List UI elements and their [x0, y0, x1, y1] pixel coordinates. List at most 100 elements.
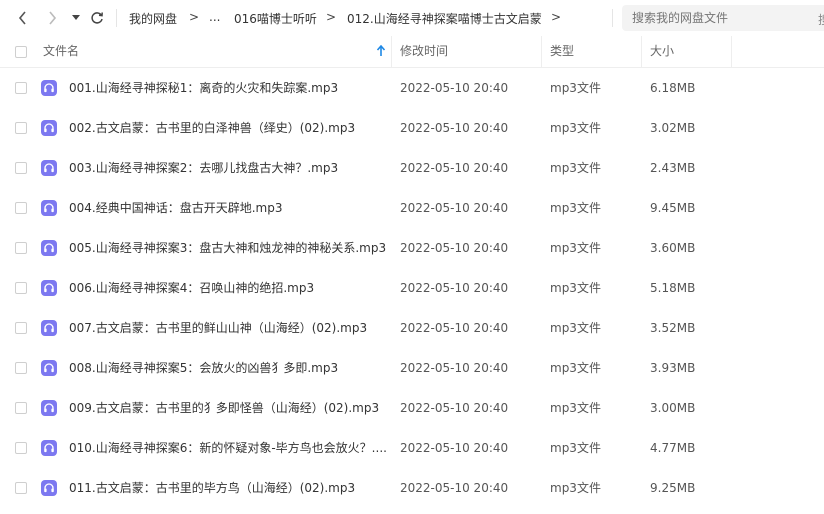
file-name[interactable]: 011.古文启蒙：古书里的毕方鸟（山海经）(02).mp3: [69, 480, 387, 496]
file-name[interactable]: 005.山海经寻神探案3：盘古大神和烛龙神的神秘关系.mp3: [69, 240, 387, 256]
file-type: mp3文件: [550, 481, 601, 495]
file-modified-time: 2022-05-10 20:40: [400, 241, 509, 255]
chevron-right-icon: [49, 11, 57, 25]
search-button[interactable]: 搜: [818, 11, 824, 28]
breadcrumb-ellipsis[interactable]: ...: [209, 10, 220, 24]
file-name[interactable]: 007.古文启蒙：古书里的鲜山山神（山海经）(02).mp3: [69, 320, 387, 336]
file-row-checkbox[interactable]: [15, 82, 27, 94]
headphones-icon: [41, 80, 57, 96]
file-modified-time: 2022-05-10 20:40: [400, 401, 509, 415]
file-size: 6.18MB: [650, 81, 696, 95]
file-row[interactable]: 002.古文启蒙：古书里的白泽神兽（绎史）(02).mp3 2022-05-10 …: [0, 108, 824, 148]
sort-ascending-icon[interactable]: [376, 45, 386, 57]
back-button[interactable]: [14, 8, 32, 28]
file-size: 9.45MB: [650, 201, 696, 215]
file-row-checkbox[interactable]: [15, 242, 27, 254]
file-row[interactable]: 001.山海经寻神探秘1：离奇的火灾和失踪案.mp3 2022-05-10 20:…: [0, 68, 824, 108]
file-row-checkbox[interactable]: [15, 442, 27, 454]
file-name[interactable]: 008.山海经寻神探案5：会放火的凶兽犭多即.mp3: [69, 360, 387, 376]
headphones-icon: [41, 320, 57, 336]
file-modified-time: 2022-05-10 20:40: [400, 321, 509, 335]
file-name[interactable]: 010.山海经寻神探案6：新的怀疑对象-毕方鸟也会放火？....: [69, 440, 387, 456]
file-modified-time: 2022-05-10 20:40: [400, 121, 509, 135]
file-type: mp3文件: [550, 361, 601, 375]
headphones-icon: [41, 440, 57, 456]
column-header-modified[interactable]: 修改时间: [400, 36, 448, 67]
breadcrumb-separator: >: [189, 10, 200, 24]
column-divider: [641, 36, 642, 67]
headphones-icon: [41, 160, 57, 176]
file-type: mp3文件: [550, 441, 601, 455]
caret-down-icon: [72, 15, 80, 20]
file-row[interactable]: 006.山海经寻神探案4：召唤山神的绝招.mp3 2022-05-10 20:40…: [0, 268, 824, 308]
file-list-header: 文件名 修改时间 类型 大小: [0, 36, 824, 68]
file-modified-time: 2022-05-10 20:40: [400, 161, 509, 175]
toolbar-divider: [116, 9, 117, 27]
file-row[interactable]: 007.古文启蒙：古书里的鲜山山神（山海经）(02).mp3 2022-05-10…: [0, 308, 824, 348]
headphones-icon: [41, 360, 57, 376]
breadcrumb-separator: >: [551, 10, 562, 24]
file-type: mp3文件: [550, 401, 601, 415]
file-row-checkbox[interactable]: [15, 122, 27, 134]
file-name[interactable]: 004.经典中国神话：盘古开天辟地.mp3: [69, 200, 387, 216]
file-row[interactable]: 009.古文启蒙：古书里的犭多即怪兽（山海经）(02).mp3 2022-05-1…: [0, 388, 824, 428]
file-row[interactable]: 008.山海经寻神探案5：会放火的凶兽犭多即.mp3 2022-05-10 20:…: [0, 348, 824, 388]
file-type: mp3文件: [550, 241, 601, 255]
chevron-left-icon: [18, 11, 26, 25]
column-divider: [731, 36, 732, 67]
file-row[interactable]: 011.古文启蒙：古书里的毕方鸟（山海经）(02).mp3 2022-05-10 …: [0, 468, 824, 508]
file-name[interactable]: 002.古文启蒙：古书里的白泽神兽（绎史）(02).mp3: [69, 120, 387, 136]
file-size: 3.00MB: [650, 401, 696, 415]
file-name[interactable]: 009.古文启蒙：古书里的犭多即怪兽（山海经）(02).mp3: [69, 400, 387, 416]
file-size: 2.43MB: [650, 161, 696, 175]
file-row-checkbox[interactable]: [15, 322, 27, 334]
file-row-checkbox[interactable]: [15, 482, 27, 494]
file-type: mp3文件: [550, 201, 601, 215]
file-size: 3.60MB: [650, 241, 696, 255]
headphones-icon: [41, 240, 57, 256]
file-size: 3.93MB: [650, 361, 696, 375]
headphones-icon: [41, 400, 57, 416]
file-size: 3.02MB: [650, 121, 696, 135]
file-row[interactable]: 005.山海经寻神探案3：盘古大神和烛龙神的神秘关系.mp3 2022-05-10…: [0, 228, 824, 268]
search-input[interactable]: [622, 5, 824, 31]
breadcrumb-folder-016[interactable]: 016喵博士听听: [234, 10, 317, 27]
column-header-size[interactable]: 大小: [650, 36, 674, 67]
headphones-icon: [41, 280, 57, 296]
file-row-checkbox[interactable]: [15, 202, 27, 214]
file-modified-time: 2022-05-10 20:40: [400, 481, 509, 495]
refresh-button[interactable]: [88, 8, 106, 28]
headphones-icon: [41, 480, 57, 496]
file-row[interactable]: 004.经典中国神话：盘古开天辟地.mp3 2022-05-10 20:40 mp3…: [0, 188, 824, 228]
breadcrumb-my-drive[interactable]: 我的网盘: [129, 10, 177, 27]
file-name[interactable]: 003.山海经寻神探案2：去哪儿找盘古大神？.mp3: [69, 160, 387, 176]
breadcrumb-current-folder[interactable]: 012.山海经寻神探案喵博士古文启蒙: [347, 10, 542, 27]
file-modified-time: 2022-05-10 20:40: [400, 281, 509, 295]
file-name[interactable]: 006.山海经寻神探案4：召唤山神的绝招.mp3: [69, 280, 387, 296]
file-row[interactable]: 010.山海经寻神探案6：新的怀疑对象-毕方鸟也会放火？.... 2022-05-…: [0, 428, 824, 468]
file-modified-time: 2022-05-10 20:40: [400, 81, 509, 95]
refresh-icon: [91, 12, 103, 24]
file-size: 5.18MB: [650, 281, 696, 295]
file-type: mp3文件: [550, 161, 601, 175]
file-row-checkbox[interactable]: [15, 162, 27, 174]
headphones-icon: [41, 120, 57, 136]
file-row[interactable]: 003.山海经寻神探案2：去哪儿找盘古大神？.mp3 2022-05-10 20:…: [0, 148, 824, 188]
column-divider: [541, 36, 542, 67]
column-header-name[interactable]: 文件名: [43, 36, 79, 67]
file-size: 4.77MB: [650, 441, 696, 455]
file-row-checkbox[interactable]: [15, 282, 27, 294]
file-type: mp3文件: [550, 121, 601, 135]
file-row-checkbox[interactable]: [15, 362, 27, 374]
history-dropdown-button[interactable]: [70, 8, 82, 28]
column-header-type[interactable]: 类型: [550, 36, 574, 67]
file-modified-time: 2022-05-10 20:40: [400, 201, 509, 215]
breadcrumb-separator: >: [326, 10, 337, 24]
headphones-icon: [41, 200, 57, 216]
file-name[interactable]: 001.山海经寻神探秘1：离奇的火灾和失踪案.mp3: [69, 80, 387, 96]
select-all-checkbox[interactable]: [15, 46, 27, 58]
forward-button[interactable]: [43, 8, 61, 28]
file-row-checkbox[interactable]: [15, 402, 27, 414]
file-size: 3.52MB: [650, 321, 696, 335]
file-modified-time: 2022-05-10 20:40: [400, 441, 509, 455]
